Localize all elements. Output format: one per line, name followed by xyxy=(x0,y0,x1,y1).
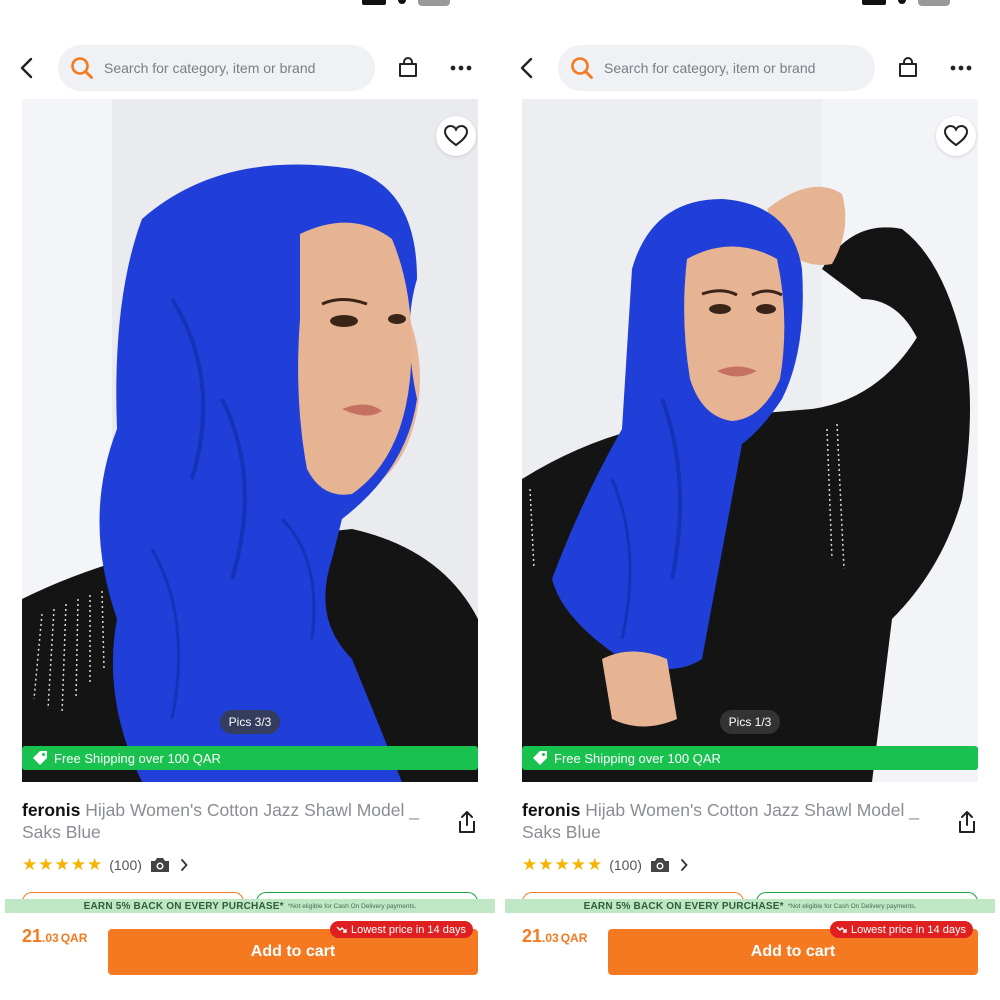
search-bar[interactable]: Search for category, item or brand xyxy=(558,45,875,91)
back-button[interactable] xyxy=(514,55,540,81)
product-price: 21.03 QAR xyxy=(522,926,587,947)
favorite-button[interactable] xyxy=(436,116,476,156)
lowest-price-text: Lowest price in 14 days xyxy=(851,923,966,936)
free-shipping-text: Free Shipping over 100 QAR xyxy=(554,750,721,766)
chevron-right-icon xyxy=(680,859,688,871)
comparison-stage: Search for category, item or brand Pics … xyxy=(0,0,1000,1000)
product-title: feronis Hijab Women's Cotton Jazz Shawl … xyxy=(522,799,932,843)
share-button[interactable] xyxy=(455,809,479,835)
heart-icon xyxy=(444,125,468,147)
product-brand[interactable]: feronis xyxy=(22,800,80,820)
status-icons xyxy=(362,0,450,6)
more-options-button[interactable] xyxy=(948,55,974,81)
battery-icon xyxy=(918,0,950,6)
search-icon xyxy=(71,57,93,79)
camera-icon xyxy=(150,857,170,873)
tag-icon xyxy=(532,750,548,766)
free-shipping-banner: Free Shipping over 100 QAR xyxy=(22,746,478,770)
status-bar xyxy=(500,0,1000,12)
star-rating: ★★★★★ xyxy=(22,855,104,874)
search-icon xyxy=(571,57,593,79)
battery-icon xyxy=(418,0,450,6)
cashback-text: EARN 5% BACK ON EVERY PURCHASE* xyxy=(83,900,284,912)
free-shipping-text: Free Shipping over 100 QAR xyxy=(54,750,221,766)
product-title: feronis Hijab Women's Cotton Jazz Shawl … xyxy=(22,799,432,843)
image-counter-badge: Pics 3/3 xyxy=(220,710,280,734)
image-counter-badge: Pics 1/3 xyxy=(720,710,780,734)
top-bar: Search for category, item or brand xyxy=(0,45,500,91)
status-icons xyxy=(862,0,950,6)
rating-row[interactable]: ★★★★★ (100) xyxy=(22,855,188,875)
product-name: Hijab Women's Cotton Jazz Shawl Model _ … xyxy=(22,800,419,842)
camera-icon xyxy=(650,857,670,873)
price-decimal: .03 xyxy=(42,931,59,945)
cashback-text: EARN 5% BACK ON EVERY PURCHASE* xyxy=(583,900,784,912)
search-placeholder: Search for category, item or brand xyxy=(104,60,316,76)
price-currency: QAR xyxy=(60,931,88,945)
lowest-price-badge: Lowest price in 14 days xyxy=(830,921,973,938)
free-shipping-banner: Free Shipping over 100 QAR xyxy=(522,746,978,770)
product-screen-right: Search for category, item or brand Pics … xyxy=(500,0,1000,1000)
shopping-bag-icon xyxy=(899,57,917,77)
wifi-icon xyxy=(898,0,906,4)
search-placeholder: Search for category, item or brand xyxy=(604,60,816,76)
price-integer: 21 xyxy=(22,926,43,946)
top-bar: Search for category, item or brand xyxy=(500,45,1000,91)
cashback-banner: EARN 5% BACK ON EVERY PURCHASE* *Not eli… xyxy=(5,899,495,913)
more-dots-icon xyxy=(950,65,972,71)
cart-bag-button[interactable] xyxy=(895,55,921,81)
chevron-left-icon xyxy=(20,57,33,79)
signal-icon xyxy=(362,0,386,5)
price-decimal: .03 xyxy=(542,931,559,945)
lowest-price-badge: Lowest price in 14 days xyxy=(330,921,473,938)
status-bar xyxy=(0,0,500,12)
wifi-icon xyxy=(398,0,406,4)
share-icon xyxy=(459,811,475,833)
back-button[interactable] xyxy=(14,55,40,81)
product-photo xyxy=(22,99,478,782)
trend-down-icon xyxy=(336,926,347,934)
product-photo xyxy=(522,99,978,782)
share-button[interactable] xyxy=(955,809,979,835)
signal-icon xyxy=(862,0,886,5)
trend-down-icon xyxy=(836,926,847,934)
product-screen-left: Search for category, item or brand Pics … xyxy=(0,0,500,1000)
heart-icon xyxy=(944,125,968,147)
tag-icon xyxy=(32,750,48,766)
cart-bag-button[interactable] xyxy=(395,55,421,81)
chevron-left-icon xyxy=(520,57,533,79)
cashback-banner: EARN 5% BACK ON EVERY PURCHASE* *Not eli… xyxy=(505,899,995,913)
product-image-gallery[interactable]: Pics 1/3 Free Shipping over 100 QAR xyxy=(522,99,978,782)
star-rating: ★★★★★ xyxy=(522,855,604,874)
cashback-note: *Not eligible for Cash On Delivery payme… xyxy=(787,902,917,910)
rating-count: (100) xyxy=(109,857,142,873)
more-dots-icon xyxy=(450,65,472,71)
product-image-gallery[interactable]: Pics 3/3 Free Shipping over 100 QAR xyxy=(22,99,478,782)
shopping-bag-icon xyxy=(399,57,417,77)
product-price: 21.03 QAR xyxy=(22,926,87,947)
share-icon xyxy=(959,811,975,833)
search-bar[interactable]: Search for category, item or brand xyxy=(58,45,375,91)
lowest-price-text: Lowest price in 14 days xyxy=(351,923,466,936)
more-options-button[interactable] xyxy=(448,55,474,81)
cashback-note: *Not eligible for Cash On Delivery payme… xyxy=(287,902,417,910)
price-integer: 21 xyxy=(522,926,543,946)
product-brand[interactable]: feronis xyxy=(522,800,580,820)
product-name: Hijab Women's Cotton Jazz Shawl Model _ … xyxy=(522,800,919,842)
favorite-button[interactable] xyxy=(936,116,976,156)
rating-count: (100) xyxy=(609,857,642,873)
rating-row[interactable]: ★★★★★ (100) xyxy=(522,855,688,875)
price-currency: QAR xyxy=(560,931,588,945)
chevron-right-icon xyxy=(180,859,188,871)
